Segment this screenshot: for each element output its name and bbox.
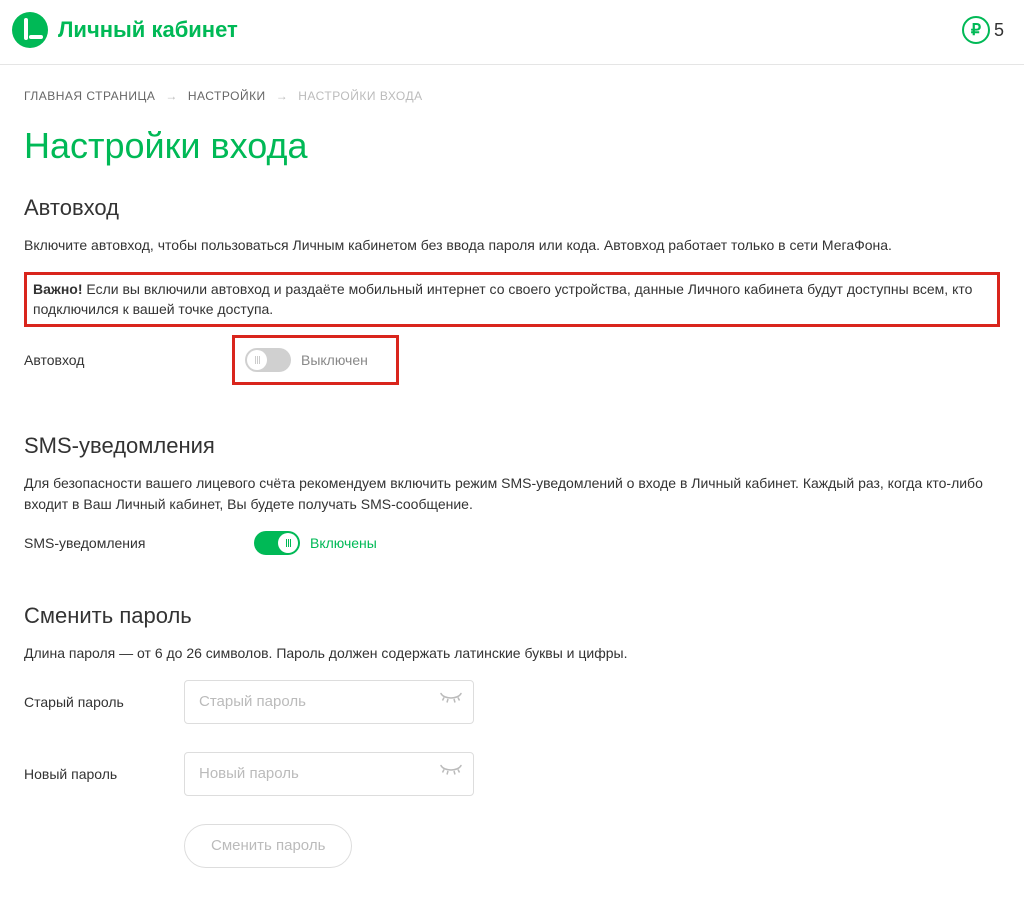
arrow-icon: →: [165, 89, 178, 103]
balance-trailing: 5: [994, 20, 1004, 41]
autologin-status: Выключен: [301, 352, 368, 368]
sms-toggle[interactable]: [254, 531, 300, 555]
warning-label: Важно!: [33, 281, 83, 297]
new-password-row: Новый пароль: [24, 752, 1000, 796]
page-title: Настройки входа: [24, 125, 1000, 167]
sms-status: Включены: [310, 535, 377, 551]
autologin-field-label: Автовход: [24, 352, 184, 368]
eye-icon[interactable]: [440, 692, 462, 711]
brand[interactable]: Личный кабинет: [12, 12, 238, 48]
change-password-button[interactable]: Сменить пароль: [184, 824, 352, 868]
autologin-toggle[interactable]: [245, 348, 291, 372]
password-desc: Длина пароля — от 6 до 26 символов. Паро…: [24, 643, 994, 664]
breadcrumb-current: НАСТРОЙКИ ВХОДА: [298, 89, 422, 103]
old-password-row: Старый пароль: [24, 680, 1000, 724]
autologin-row: Автовход Выключен: [24, 335, 1000, 385]
arrow-icon: →: [276, 89, 289, 103]
sms-field-label: SMS-уведомления: [24, 535, 184, 551]
breadcrumb: ГЛАВНАЯ СТРАНИЦА → НАСТРОЙКИ → НАСТРОЙКИ…: [24, 89, 1000, 103]
new-password-label: Новый пароль: [24, 766, 184, 782]
old-password-label: Старый пароль: [24, 694, 184, 710]
sms-row: SMS-уведомления Включены: [24, 531, 1000, 555]
eye-icon[interactable]: [440, 764, 462, 783]
sms-title: SMS-уведомления: [24, 433, 1000, 459]
breadcrumb-home[interactable]: ГЛАВНАЯ СТРАНИЦА: [24, 89, 155, 103]
brand-title: Личный кабинет: [58, 17, 238, 43]
old-password-input[interactable]: [184, 680, 474, 724]
warning-text: Если вы включили автовход и раздаёте моб…: [33, 281, 972, 317]
sms-toggle-wrap: Включены: [254, 531, 377, 555]
autologin-warning: Важно! Если вы включили автовход и разда…: [24, 272, 1000, 327]
content: ГЛАВНАЯ СТРАНИЦА → НАСТРОЙКИ → НАСТРОЙКИ…: [0, 65, 1024, 904]
topbar: Личный кабинет ₽ 5: [0, 0, 1024, 65]
sms-desc: Для безопасности вашего лицевого счёта р…: [24, 473, 994, 515]
autologin-desc: Включите автовход, чтобы пользоваться Ли…: [24, 235, 994, 256]
brand-logo-icon: [12, 12, 48, 48]
new-password-input[interactable]: [184, 752, 474, 796]
ruble-icon: ₽: [962, 16, 990, 44]
password-title: Сменить пароль: [24, 603, 1000, 629]
autologin-toggle-highlight: Выключен: [232, 335, 399, 385]
breadcrumb-settings[interactable]: НАСТРОЙКИ: [188, 89, 266, 103]
balance[interactable]: ₽ 5: [962, 16, 1004, 44]
autologin-title: Автовход: [24, 195, 1000, 221]
